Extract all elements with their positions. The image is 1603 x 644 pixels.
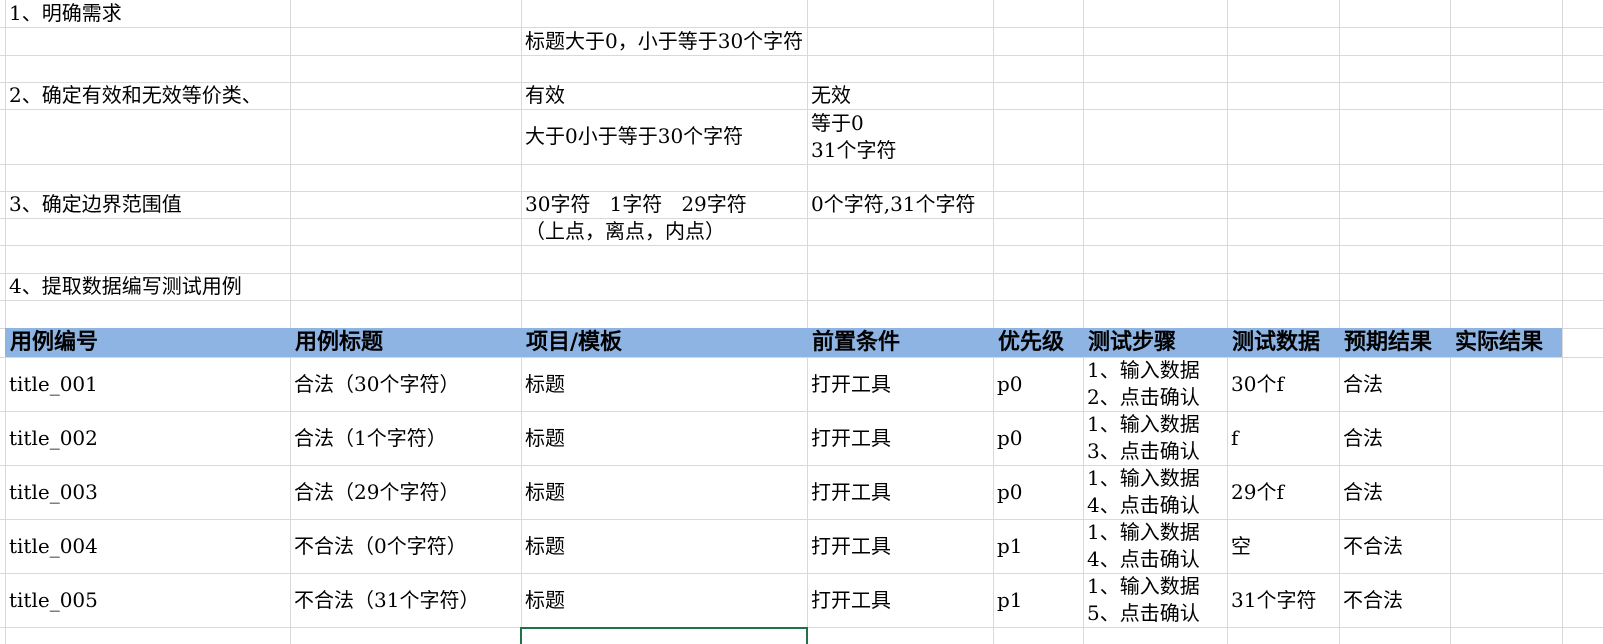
actual-result-cell[interactable]	[1450, 465, 1562, 519]
sheet-row-1: 1、明确需求	[0, 0, 1603, 27]
header-actual-result[interactable]: 实际结果	[1450, 328, 1562, 357]
test-case-row: title_003 合法（29个字符） 标题 打开工具 p0 1、输入数据 4、…	[0, 465, 1603, 519]
actual-result-cell[interactable]	[1450, 411, 1562, 465]
test-data-cell[interactable]: f	[1227, 411, 1339, 465]
case-title-cell[interactable]: 合法（1个字符）	[290, 411, 521, 465]
case-id-cell[interactable]: title_001	[5, 357, 290, 411]
test-case-row: title_002 合法（1个字符） 标题 打开工具 p0 1、输入数据 3、点…	[0, 411, 1603, 465]
invalid-class-header[interactable]: 无效	[807, 82, 993, 109]
test-data-cell[interactable]: 29个f	[1227, 465, 1339, 519]
module-cell[interactable]: 标题	[521, 573, 807, 627]
case-id-cell[interactable]: title_003	[5, 465, 290, 519]
header-case-id[interactable]: 用例编号	[5, 328, 290, 357]
step3-label[interactable]: 3、确定边界范围值	[5, 191, 290, 218]
module-cell[interactable]: 标题	[521, 519, 807, 573]
priority-cell[interactable]: p0	[993, 411, 1083, 465]
module-cell[interactable]: 标题	[521, 357, 807, 411]
step-item: 1、输入数据	[1087, 358, 1200, 382]
expected-result-cell[interactable]: 合法	[1339, 411, 1450, 465]
steps-cell[interactable]: 1、输入数据 3、点击确认	[1083, 411, 1227, 465]
step-item: 5、点击确认	[1087, 601, 1200, 625]
precondition-cell[interactable]: 打开工具	[807, 573, 993, 627]
spreadsheet-grid: 1、明确需求 标题大于0，小于等于30个字符 2、确定有效和无效等价类、 有效 …	[0, 0, 1603, 644]
steps-cell[interactable]: 1、输入数据 2、点击确认	[1083, 357, 1227, 411]
step-item: 4、点击确认	[1087, 493, 1200, 517]
boundary-point-note[interactable]: （上点，离点，内点）	[521, 218, 807, 245]
test-case-row: title_004 不合法（0个字符） 标题 打开工具 p1 1、输入数据 4、…	[0, 519, 1603, 573]
step-item: 1、输入数据	[1087, 412, 1200, 436]
header-expected-result[interactable]: 预期结果	[1339, 328, 1450, 357]
header-priority[interactable]: 优先级	[993, 328, 1083, 357]
valid-class-range[interactable]: 大于0小于等于30个字符	[521, 109, 807, 164]
test-case-row: title_005 不合法（31个字符） 标题 打开工具 p1 1、输入数据 5…	[0, 573, 1603, 627]
test-data-cell[interactable]: 空	[1227, 519, 1339, 573]
priority-cell[interactable]: p1	[993, 573, 1083, 627]
expected-result-cell[interactable]: 合法	[1339, 357, 1450, 411]
step-item: 2、点击确认	[1087, 385, 1200, 409]
valid-class-header[interactable]: 有效	[521, 82, 807, 109]
step-item: 3、点击确认	[1087, 439, 1200, 463]
invalid-class-value: 31个字符	[811, 137, 897, 162]
table-header-row: 用例编号 用例标题 项目/模板 前置条件 优先级 测试步骤 测试数据 预期结果 …	[0, 328, 1603, 357]
steps-cell[interactable]: 1、输入数据 4、点击确认	[1083, 465, 1227, 519]
module-cell[interactable]: 标题	[521, 411, 807, 465]
expected-result-cell[interactable]: 不合法	[1339, 573, 1450, 627]
step2-label[interactable]: 2、确定有效和无效等价类、	[5, 82, 290, 109]
test-data-cell[interactable]: 30个f	[1227, 357, 1339, 411]
precondition-cell[interactable]: 打开工具	[807, 465, 993, 519]
case-title-cell[interactable]: 合法（29个字符）	[290, 465, 521, 519]
test-data-cell[interactable]: 31个字符	[1227, 573, 1339, 627]
boundary-valid-values[interactable]: 30字符 1字符 29字符	[521, 191, 807, 218]
active-cell-selection[interactable]	[520, 627, 808, 644]
precondition-cell[interactable]: 打开工具	[807, 411, 993, 465]
sheet-row-7: 3、确定边界范围值 30字符 1字符 29字符 0个字符,31个字符	[0, 191, 1603, 218]
step-item: 4、点击确认	[1087, 547, 1200, 571]
steps-cell[interactable]: 1、输入数据 5、点击确认	[1083, 573, 1227, 627]
header-case-title[interactable]: 用例标题	[290, 328, 521, 357]
step-item: 1、输入数据	[1087, 574, 1200, 598]
priority-cell[interactable]: p0	[993, 465, 1083, 519]
sheet-row-2: 标题大于0，小于等于30个字符	[0, 27, 1603, 55]
step-item: 1、输入数据	[1087, 520, 1200, 544]
case-id-cell[interactable]: title_004	[5, 519, 290, 573]
step1-label[interactable]: 1、明确需求	[5, 0, 290, 27]
requirement-text[interactable]: 标题大于0，小于等于30个字符	[521, 27, 807, 55]
expected-result-cell[interactable]: 不合法	[1339, 519, 1450, 573]
invalid-class-values[interactable]: 等于0 31个字符	[807, 109, 993, 164]
header-module[interactable]: 项目/模板	[521, 328, 807, 357]
actual-result-cell[interactable]	[1450, 357, 1562, 411]
priority-cell[interactable]: p0	[993, 357, 1083, 411]
sheet-row-10: 4、提取数据编写测试用例	[0, 273, 1603, 300]
module-cell[interactable]: 标题	[521, 465, 807, 519]
sheet-row-18	[0, 627, 1603, 644]
header-precondition[interactable]: 前置条件	[807, 328, 993, 357]
case-title-cell[interactable]: 不合法（31个字符）	[290, 573, 521, 627]
step4-label[interactable]: 4、提取数据编写测试用例	[5, 273, 290, 300]
precondition-cell[interactable]: 打开工具	[807, 357, 993, 411]
invalid-class-value: 等于0	[811, 110, 864, 135]
test-case-row: title_001 合法（30个字符） 标题 打开工具 p0 1、输入数据 2、…	[0, 357, 1603, 411]
header-steps[interactable]: 测试步骤	[1083, 328, 1227, 357]
actual-result-cell[interactable]	[1450, 573, 1562, 627]
actual-result-cell[interactable]	[1450, 519, 1562, 573]
sheet-row-5: 大于0小于等于30个字符 等于0 31个字符	[0, 109, 1603, 164]
case-title-cell[interactable]: 合法（30个字符）	[290, 357, 521, 411]
case-title-cell[interactable]: 不合法（0个字符）	[290, 519, 521, 573]
sheet-row-4: 2、确定有效和无效等价类、 有效 无效	[0, 82, 1603, 109]
case-id-cell[interactable]: title_002	[5, 411, 290, 465]
step-item: 1、输入数据	[1087, 466, 1200, 490]
precondition-cell[interactable]: 打开工具	[807, 519, 993, 573]
case-id-cell[interactable]: title_005	[5, 573, 290, 627]
boundary-invalid-values[interactable]: 0个字符,31个字符	[807, 191, 993, 218]
steps-cell[interactable]: 1、输入数据 4、点击确认	[1083, 519, 1227, 573]
priority-cell[interactable]: p1	[993, 519, 1083, 573]
expected-result-cell[interactable]: 合法	[1339, 465, 1450, 519]
header-test-data[interactable]: 测试数据	[1227, 328, 1339, 357]
sheet-row-8: （上点，离点，内点）	[0, 218, 1603, 245]
